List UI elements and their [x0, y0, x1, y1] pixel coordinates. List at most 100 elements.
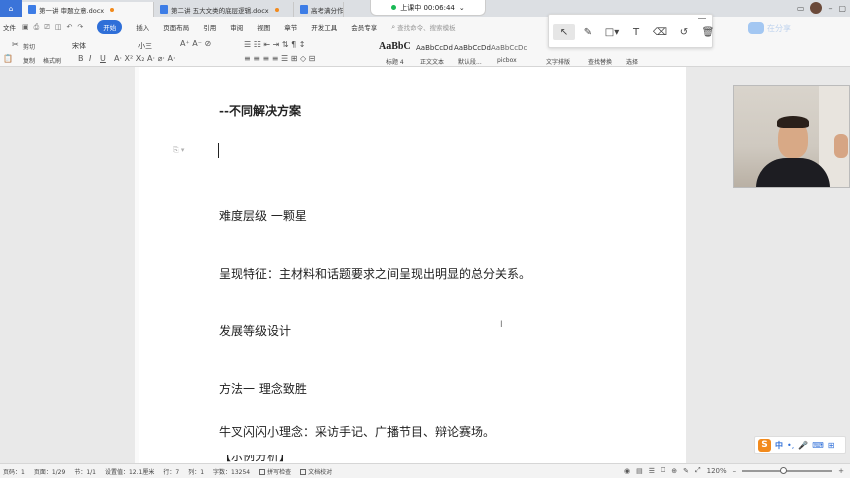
font-effects-icon[interactable]: A· X² X₂ A· ⌀· A· — [114, 54, 176, 63]
style-preview-picbox[interactable]: AaBbCcDc — [491, 44, 527, 52]
status-word-count[interactable]: 字数：13254 — [213, 467, 250, 476]
view-controls: ◉ ▤ ☰ ⎕ ⊕ ✎ ⤢ 120% – + — [624, 466, 844, 475]
menu-developer[interactable]: 开发工具 — [311, 22, 337, 32]
minimize-icon[interactable]: – — [828, 4, 832, 13]
home-icon[interactable]: ⌂ — [0, 0, 22, 17]
punctuation-icon[interactable]: •, — [787, 441, 794, 450]
page-view-icon[interactable]: ▤ — [636, 467, 643, 475]
spell-check-toggle[interactable]: 拼写检查 — [259, 467, 291, 476]
select-arrow-icon[interactable]: ↖ — [553, 24, 575, 40]
style-name-heading4: 标题 4 — [386, 59, 404, 66]
doc-line-difficulty[interactable]: 难度层级 一颗星 — [219, 207, 307, 224]
grid-menu-icon[interactable]: ⊞ — [828, 441, 835, 450]
redo-icon[interactable]: ↷ — [77, 23, 83, 32]
cut-icon[interactable]: ✂ — [12, 40, 19, 49]
style-preview-default[interactable]: AaBbCcDd — [454, 44, 491, 52]
tab-label: 第二讲 五大文类的底层逻辑.docx — [171, 6, 269, 15]
status-page[interactable]: 页面：1/29 — [34, 467, 65, 476]
search-icon: ⌕ — [391, 22, 396, 31]
eye-protect-icon[interactable]: ◉ — [624, 467, 630, 475]
zoom-slider-knob[interactable] — [780, 466, 788, 474]
rectangle-icon[interactable]: □▾ — [601, 24, 623, 40]
bold-icon[interactable]: B — [78, 54, 84, 63]
menu-section[interactable]: 章节 — [284, 22, 297, 32]
menu-page-layout[interactable]: 页面布局 — [163, 22, 189, 32]
checkbox-icon — [259, 469, 266, 475]
microphone-icon[interactable]: 🎤 — [798, 441, 808, 450]
live-class-timer[interactable]: 上课中 00:06:44 ⌄ — [370, 0, 486, 16]
tab-doc-1[interactable]: 第一讲 审题立意.docx — [22, 2, 154, 17]
doc-line-heading[interactable]: --不同解决方案 — [219, 102, 301, 119]
style-preview-body[interactable]: AaBbCcDd — [416, 44, 453, 52]
document-page[interactable]: --不同解决方案 ⎘ ▾ 难度层级 一颗星 呈现特征：主材料和话题要求之间呈现出… — [135, 67, 686, 463]
doc-line-method-one[interactable]: 方法一 理念致胜 — [219, 380, 307, 397]
doc-line-concept[interactable]: 牛叉闪闪小理念：采访手记、广播节目、辩论赛场。 — [219, 423, 495, 440]
avatar[interactable] — [810, 2, 823, 14]
underline-icon[interactable]: U — [100, 54, 106, 63]
status-bar: 页码：1 页面：1/29 节：1/1 设置值：12.1厘米 行：7 列：1 字数… — [0, 463, 850, 478]
undo-icon[interactable]: ↺ — [673, 24, 695, 40]
status-page-number[interactable]: 页码：1 — [3, 467, 25, 476]
font-size-select[interactable]: 小三 — [138, 41, 152, 51]
pen-icon[interactable]: ✎ — [577, 24, 599, 40]
text-tool-icon[interactable]: T — [625, 24, 647, 40]
outline-view-icon[interactable]: ☰ — [649, 467, 655, 475]
tab-label: 第一讲 审题立意.docx — [39, 6, 105, 15]
document-canvas[interactable]: --不同解决方案 ⎘ ▾ 难度层级 一颗星 呈现特征：主材料和话题要求之间呈现出… — [0, 67, 850, 463]
text-layout-button[interactable]: 文字排版 — [546, 57, 570, 66]
list-icons[interactable]: ☰ ☷ ⇤ ⇥ ⇅ ¶ ↕ — [244, 40, 306, 49]
eraser-icon[interactable]: ⌫ — [649, 24, 671, 40]
doc-proof-button[interactable]: 文档校对 — [300, 467, 332, 476]
layout-icon[interactable]: ▭ — [797, 4, 805, 13]
tab-doc-2[interactable]: 第二讲 五大文类的底层逻辑.docx — [154, 2, 294, 17]
sogou-ime-icon[interactable]: S — [758, 438, 771, 452]
menu-file[interactable]: 文件 — [3, 22, 16, 32]
grow-font-icon[interactable]: A⁺ A⁻ ⊘ — [180, 39, 211, 48]
cut-button[interactable]: 剪切 — [23, 42, 35, 51]
ibeam-cursor-icon: I — [500, 320, 503, 330]
undo-icon[interactable]: ↶ — [66, 23, 72, 32]
save-icon[interactable]: ▣ — [22, 23, 29, 32]
select-button[interactable]: 选择 — [626, 57, 638, 66]
zoom-level[interactable]: 120% — [707, 467, 727, 475]
trash-icon[interactable]: 🗑 — [697, 24, 719, 40]
write-mode-icon[interactable]: ✎ — [683, 467, 689, 475]
zoom-in-icon[interactable]: + — [838, 467, 844, 475]
ime-mode-label[interactable]: 中 — [775, 440, 783, 451]
doc-line-features[interactable]: 呈现特征：主材料和话题要求之间呈现出明显的总分关系。 — [219, 265, 531, 282]
menu-home[interactable]: 开始 — [97, 20, 123, 34]
doc-line-development[interactable]: 发展等级设计 — [219, 322, 291, 339]
web-view-icon[interactable]: ⊕ — [671, 467, 677, 475]
find-replace-button[interactable]: 查找替换 — [588, 57, 612, 66]
fit-page-icon[interactable]: ⤢ — [695, 466, 701, 475]
zoom-out-icon[interactable]: – — [733, 467, 737, 475]
tab-doc-3[interactable]: 高考满分作 — [294, 2, 344, 17]
chevron-down-icon: ⌄ — [458, 3, 465, 12]
menu-member[interactable]: 会员专享 — [351, 22, 377, 32]
maximize-icon[interactable]: ▢ — [838, 4, 846, 13]
format-painter-button[interactable]: 格式刷 — [43, 56, 61, 65]
align-icons[interactable]: ≡ ≡ ≡ ≡ ☰ ⊞ ◇ ⊟ — [244, 54, 315, 63]
menu-view[interactable]: 视图 — [257, 22, 270, 32]
paste-icon[interactable]: 📋 — [3, 54, 13, 63]
read-view-icon[interactable]: ⎕ — [661, 466, 665, 475]
zoom-slider[interactable] — [742, 466, 833, 474]
preview-icon[interactable]: ◫ — [55, 23, 62, 32]
copy-button[interactable]: 复制 — [23, 56, 35, 65]
print-icon[interactable]: ⎚ — [44, 23, 50, 32]
checkbox-icon — [300, 469, 307, 475]
command-search-input[interactable]: 查找命令、搜索模板 — [397, 22, 456, 32]
webcam-video[interactable] — [733, 85, 850, 188]
drag-handle-icon[interactable] — [698, 18, 706, 19]
export-icon[interactable]: ⎙ — [34, 23, 40, 32]
keyboard-icon[interactable]: ⌨ — [812, 441, 824, 450]
status-row: 行：7 — [163, 468, 180, 476]
status-col: 列：1 — [188, 468, 205, 476]
ime-toolbar[interactable]: S 中 •, 🎤 ⌨ ⊞ — [754, 436, 846, 454]
italic-icon[interactable]: I — [89, 54, 91, 63]
menu-insert[interactable]: 插入 — [136, 22, 149, 32]
style-preview-heading4[interactable]: AaBbC — [379, 41, 411, 52]
font-name-select[interactable]: 宋体 — [72, 41, 86, 51]
menu-references[interactable]: 引用 — [203, 22, 216, 32]
menu-review[interactable]: 审阅 — [230, 22, 243, 32]
